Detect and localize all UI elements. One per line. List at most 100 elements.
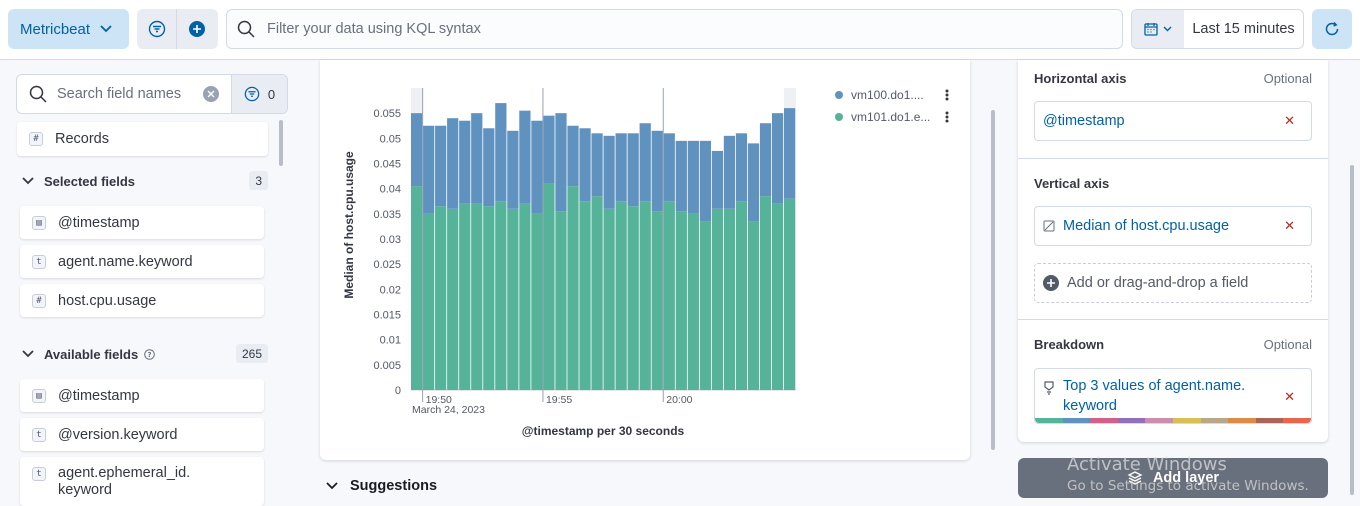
field-name: agent.name.keyword [58,253,193,270]
bar-segment [735,201,748,390]
y-tick-label: 0.055 [373,108,401,120]
breakdown-dimension[interactable]: Top 3 values of agent.name. keyword ✕ [1034,368,1312,424]
palette-swatch [1062,418,1091,423]
field-name: @timestamp [58,214,140,231]
vertical-axis-dimension[interactable]: Median of host.cpu.usage ✕ [1034,206,1312,246]
quick-menu-button[interactable] [1132,10,1184,48]
legend-swatch [835,91,843,99]
remove-dimension-icon[interactable]: ✕ [1284,218,1295,234]
field-name: @timestamp [58,387,140,404]
chevron-down-icon [22,350,34,358]
breakdown-line-2: keyword [1063,398,1117,414]
data-view-picker[interactable]: Metricbeat [8,9,129,49]
plus-circle-icon [189,21,205,37]
optional-label: Optional [1263,71,1312,86]
divider [1018,158,1328,159]
bar-segment [447,208,459,390]
x-tick-label: 19:55 [546,394,572,406]
workspace-scrollbar[interactable] [991,110,995,450]
bar-segment [615,133,627,202]
y-axis-title: Median of host.cpu.usage [342,151,356,299]
bar-segment [519,110,531,204]
bar-segment [555,113,567,212]
string-type-icon: t [32,254,46,269]
palette-swatch [1145,418,1173,423]
bar-segment [615,201,627,390]
refresh-button[interactable] [1312,9,1352,49]
palette-swatch [1200,418,1229,423]
horizontal-axis-title: Horizontal axis [1034,71,1127,86]
bar-segment [435,125,447,207]
bar-segment [783,198,796,390]
bar-segment [423,213,435,390]
y-tick-label: 0.05 [380,133,401,145]
config-scrollbar[interactable] [1350,165,1354,495]
bar-segment [759,196,772,390]
selected-fields-header[interactable]: Selected fields 3 [22,170,268,192]
bar-segment [459,120,471,204]
add-field-button[interactable]: Add or drag-and-drop a field [1034,263,1312,303]
y-tick-label: 0.04 [380,184,401,196]
y-tick-label: 0.01 [380,335,401,347]
kql-search-input[interactable]: Filter your data using KQL syntax [226,9,1123,49]
bar-chart[interactable]: 0 0.005 0.01 0.015 0.02 0.025 0.03 0.035 0.04 0.0… [320,60,970,460]
number-type-icon: # [32,293,46,308]
add-filter-button[interactable] [177,9,217,49]
chevron-down-icon [100,25,112,33]
bar-segment [711,150,724,209]
bar-segment [507,208,519,390]
remove-dimension-icon[interactable]: ✕ [1284,113,1295,129]
field-item[interactable]: ▤ @timestamp [20,206,264,239]
horizontal-axis-dimension[interactable]: @timestamp ✕ [1034,101,1312,141]
field-name-line-1: agent.ephemeral_id. [58,465,191,481]
field-item[interactable]: t agent.ephemeral_id. keyword [20,457,264,506]
bar-segment [447,118,459,209]
field-item[interactable]: t @version.keyword [20,418,264,451]
bar-segment [651,211,663,390]
search-icon [237,20,255,38]
bar-segment [771,113,784,204]
bar-segment [747,143,760,222]
time-range-label[interactable]: Last 15 minutes [1184,10,1303,48]
bar-segment [687,213,699,390]
x-axis-title: @timestamp per 30 seconds [522,424,685,438]
bar-segment [495,103,507,202]
clear-search-icon[interactable] [203,86,219,102]
y-tick-label: 0.025 [373,259,401,271]
suggestions-toggle[interactable]: Suggestions [326,478,437,494]
field-item[interactable]: t agent.name.keyword [20,245,264,278]
bar-segment [603,135,615,209]
token-icon [1044,381,1054,395]
field-filter-button[interactable]: 0 [231,75,287,113]
filter-count: 0 [267,86,276,102]
bar-segment [483,206,495,390]
palette-swatch [1255,418,1284,423]
bar-segment [591,133,603,197]
legend-label: vm100.do1.... [851,88,924,102]
y-tick-label: 0.045 [373,159,401,171]
breakdown-line-1: Top 3 values of agent.name. [1063,378,1246,394]
available-fields-header[interactable]: Available fields ? 265 [22,343,268,365]
field-item[interactable]: ▤ @timestamp [20,379,264,412]
field-list-scrollbar[interactable] [279,120,283,166]
bar-segment [495,201,507,390]
bar-segment [603,208,615,390]
records-field[interactable]: # Records [17,122,268,156]
dimension-label: Median of host.cpu.usage [1063,218,1230,234]
x-tick-label: 20:00 [666,394,692,406]
legend-action-dot [945,115,949,119]
bar-segment [627,206,639,390]
bar-segment [543,115,555,184]
top-bar: Metricbeat Filter your data using KQL sy… [0,0,1360,60]
bar-segment [639,201,651,390]
layer-config-panel: Horizontal axis Optional @timestamp ✕ Ve… [1018,60,1328,442]
bar-segment [567,186,579,390]
saved-query-button[interactable] [137,9,177,49]
field-search-input[interactable]: Search field names 0 [16,74,288,114]
bar-segment [699,140,711,222]
chevron-down-icon [326,482,338,490]
kql-placeholder: Filter your data using KQL syntax [267,21,481,37]
field-item[interactable]: # host.cpu.usage [20,284,264,317]
help-icon[interactable]: ? [144,348,155,360]
remove-dimension-icon[interactable]: ✕ [1284,389,1295,405]
